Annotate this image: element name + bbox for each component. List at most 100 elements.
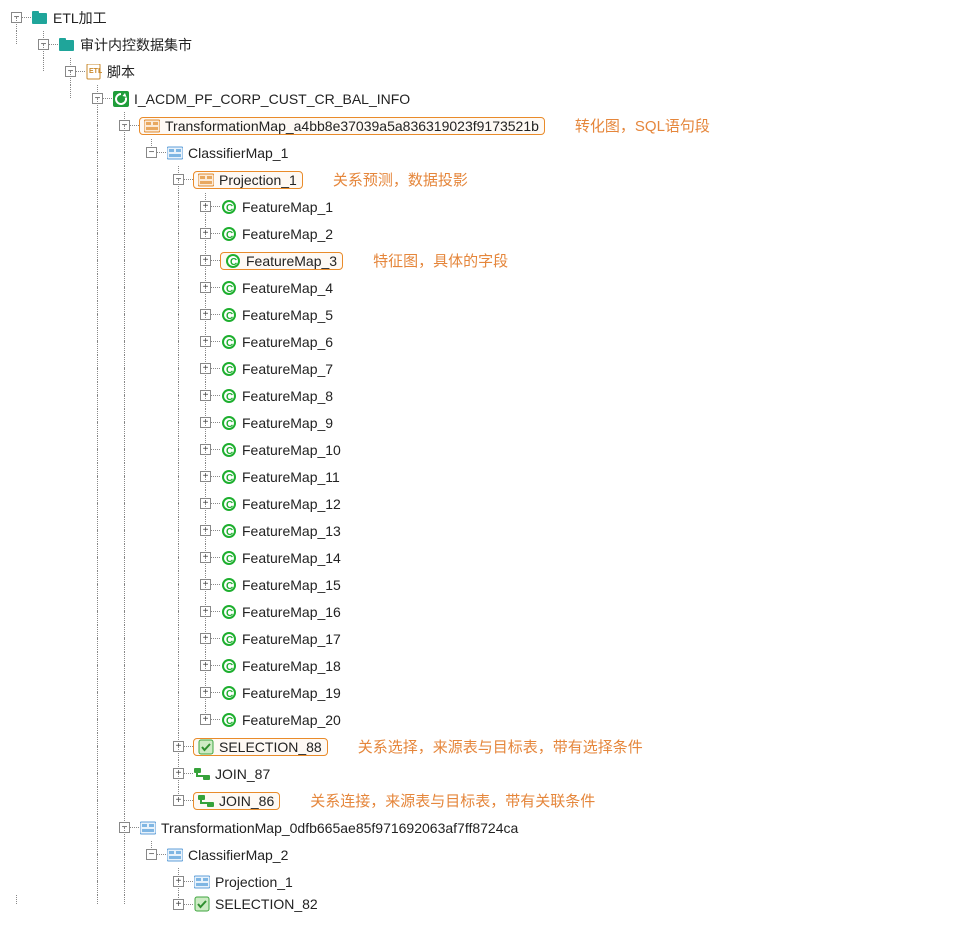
- expand-toggle[interactable]: +: [200, 606, 211, 617]
- tree-item-join[interactable]: + JOIN_87: [4, 760, 980, 787]
- expand-toggle[interactable]: +: [200, 525, 211, 536]
- collapse-toggle[interactable]: −: [146, 849, 157, 860]
- expand-toggle[interactable]: +: [200, 714, 211, 725]
- expand-toggle[interactable]: +: [173, 876, 184, 887]
- feature-icon: [220, 631, 238, 647]
- node-label: FeatureMap_8: [240, 388, 335, 404]
- tree-item-join[interactable]: + JOIN_86 关系连接，来源表与目标表，带有关联条件: [4, 787, 980, 814]
- tree-item[interactable]: − 脚本: [4, 58, 980, 85]
- feature-icon: [220, 496, 238, 512]
- node-label: FeatureMap_2: [240, 226, 335, 242]
- collapse-toggle[interactable]: −: [119, 822, 130, 833]
- expand-toggle[interactable]: +: [200, 228, 211, 239]
- expand-toggle[interactable]: +: [173, 795, 184, 806]
- tree-item-featuremap[interactable]: + FeatureMap_14: [4, 544, 980, 571]
- etl-script-icon: [85, 64, 103, 80]
- node-label: FeatureMap_3: [244, 253, 339, 269]
- feature-icon: [220, 199, 238, 215]
- expand-toggle[interactable]: +: [200, 255, 211, 266]
- expand-toggle[interactable]: +: [200, 552, 211, 563]
- node-label: FeatureMap_14: [240, 550, 343, 566]
- node-label: FeatureMap_17: [240, 631, 343, 647]
- tree-item-featuremap[interactable]: + FeatureMap_9: [4, 409, 980, 436]
- collapse-toggle[interactable]: −: [119, 120, 130, 131]
- tree-item-transformation-map[interactable]: − TransformationMap_a4bb8e37039a5a836319…: [4, 112, 980, 139]
- expand-toggle[interactable]: +: [200, 444, 211, 455]
- node-label: FeatureMap_1: [240, 199, 335, 215]
- tree-item-selection[interactable]: + SELECTION_82: [4, 895, 980, 913]
- expand-toggle[interactable]: +: [200, 498, 211, 509]
- tree-item-featuremap[interactable]: +FeatureMap_3特征图，具体的字段: [4, 247, 980, 274]
- tree-item-featuremap[interactable]: +FeatureMap_19: [4, 679, 980, 706]
- tree-item-featuremap[interactable]: +FeatureMap_11: [4, 463, 980, 490]
- collapse-toggle[interactable]: −: [92, 93, 103, 104]
- tree-item-featuremap[interactable]: +FeatureMap_18: [4, 652, 980, 679]
- tree-item[interactable]: − 审计内控数据集市: [4, 31, 980, 58]
- tree-item-featuremap[interactable]: + FeatureMap_2: [4, 220, 980, 247]
- expand-toggle[interactable]: +: [200, 633, 211, 644]
- tree-item-featuremap[interactable]: +FeatureMap_4: [4, 274, 980, 301]
- tree-item-featuremap[interactable]: + FeatureMap_12: [4, 490, 980, 517]
- map-icon: [193, 874, 211, 890]
- join-icon: [193, 766, 211, 782]
- tree-item-root[interactable]: − ETL加工: [4, 4, 980, 31]
- refresh-icon: [112, 91, 130, 107]
- tree-item[interactable]: − I_ACDM_PF_CORP_CUST_CR_BAL_INFO: [4, 85, 980, 112]
- expand-toggle[interactable]: +: [200, 579, 211, 590]
- annotation: 转化图，SQL语句段: [575, 115, 710, 136]
- collapse-toggle[interactable]: −: [65, 66, 76, 77]
- collapse-toggle[interactable]: −: [11, 12, 22, 23]
- collapse-toggle[interactable]: −: [146, 147, 157, 158]
- feature-icon: [220, 307, 238, 323]
- expand-toggle[interactable]: +: [200, 687, 211, 698]
- expand-toggle[interactable]: +: [173, 768, 184, 779]
- tree-item-projection[interactable]: − Projection_1 关系预测，数据投影: [4, 166, 980, 193]
- node-label: FeatureMap_10: [240, 442, 343, 458]
- expand-toggle[interactable]: +: [200, 282, 211, 293]
- expand-toggle[interactable]: +: [200, 417, 211, 428]
- expand-toggle[interactable]: +: [200, 201, 211, 212]
- tree-item-selection[interactable]: + SELECTION_88 关系选择，来源表与目标表，带有选择条件: [4, 733, 980, 760]
- expand-toggle[interactable]: +: [200, 390, 211, 401]
- node-label: FeatureMap_12: [240, 496, 343, 512]
- tree-item-transformation-map[interactable]: − TransformationMap_0dfb665ae85f97169206…: [4, 814, 980, 841]
- expand-toggle[interactable]: +: [173, 899, 184, 910]
- node-label: JOIN_87: [213, 766, 272, 782]
- tree-item[interactable]: − ClassifierMap_2: [4, 841, 980, 868]
- feature-icon: [220, 334, 238, 350]
- tree-item-featuremap[interactable]: + FeatureMap_10: [4, 436, 980, 463]
- expand-toggle[interactable]: +: [200, 660, 211, 671]
- tree-item-featuremap[interactable]: +FeatureMap_6: [4, 328, 980, 355]
- feature-icon: [220, 550, 238, 566]
- collapse-toggle[interactable]: −: [38, 39, 49, 50]
- tree-item[interactable]: − ClassifierMap_1: [4, 139, 980, 166]
- tree-item-projection[interactable]: + Projection_1: [4, 868, 980, 895]
- tree-item-featuremap[interactable]: +FeatureMap_7: [4, 355, 980, 382]
- annotation: 关系连接，来源表与目标表，带有关联条件: [310, 790, 595, 811]
- node-label: Projection_1: [213, 874, 295, 890]
- node-label: FeatureMap_13: [240, 523, 343, 539]
- tree-item-featuremap[interactable]: + FeatureMap_8: [4, 382, 980, 409]
- folder-icon: [31, 10, 49, 26]
- expand-toggle[interactable]: +: [200, 363, 211, 374]
- tree-item-featuremap[interactable]: +FeatureMap_16: [4, 598, 980, 625]
- folder-icon: [58, 37, 76, 53]
- expand-toggle[interactable]: +: [200, 471, 211, 482]
- tree-item-featuremap[interactable]: +FeatureMap_15: [4, 571, 980, 598]
- tree-item-featuremap[interactable]: +FeatureMap_20: [4, 706, 980, 733]
- map-icon: [166, 145, 184, 161]
- tree-item-featuremap[interactable]: +FeatureMap_5: [4, 301, 980, 328]
- node-label: SELECTION_82: [213, 896, 320, 912]
- node-label: FeatureMap_9: [240, 415, 335, 431]
- expand-toggle[interactable]: +: [200, 309, 211, 320]
- tree-item-featuremap[interactable]: + FeatureMap_1: [4, 193, 980, 220]
- feature-icon: [220, 415, 238, 431]
- expand-toggle[interactable]: +: [200, 336, 211, 347]
- map-icon: [143, 118, 161, 134]
- tree-item-featuremap[interactable]: + FeatureMap_17: [4, 625, 980, 652]
- collapse-toggle[interactable]: −: [173, 174, 184, 185]
- annotation: 关系选择，来源表与目标表，带有选择条件: [358, 736, 643, 757]
- expand-toggle[interactable]: +: [173, 741, 184, 752]
- tree-item-featuremap[interactable]: + FeatureMap_13: [4, 517, 980, 544]
- node-label: SELECTION_88: [217, 739, 324, 755]
